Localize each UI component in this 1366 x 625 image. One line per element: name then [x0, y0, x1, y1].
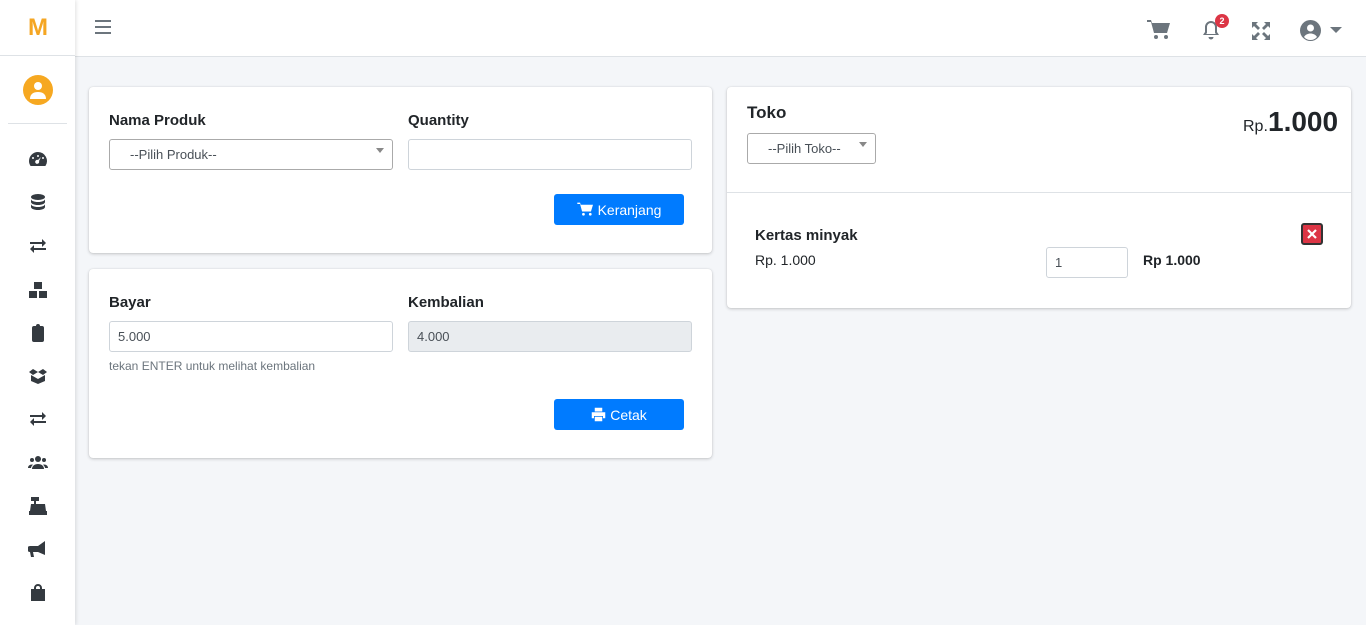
database-icon	[30, 193, 45, 210]
shopping-bag-icon	[30, 583, 45, 601]
users-icon	[27, 455, 48, 469]
total-value: 1.000	[1268, 106, 1339, 137]
chevron-down-icon	[376, 148, 384, 153]
product-select[interactable]: --Pilih Produk--	[109, 139, 393, 170]
bullhorn-icon	[27, 541, 45, 558]
print-label: Cetak	[610, 406, 647, 423]
kembalian-label: Kembalian	[408, 294, 484, 311]
menu-toggle-icon[interactable]	[95, 20, 111, 36]
sidebar-item-database[interactable]	[0, 181, 75, 224]
sidebar-item-stock[interactable]	[0, 268, 75, 311]
total-prefix: Rp.	[1243, 118, 1268, 135]
sidebar-item-transfer[interactable]	[0, 225, 75, 268]
clipboard-icon	[31, 323, 44, 342]
cart-plus-icon	[576, 202, 593, 216]
exchange-icon	[29, 412, 46, 427]
sidebar-nav	[0, 124, 75, 614]
close-icon	[1307, 229, 1317, 239]
cart-item-subtotal: Rp 1.000	[1143, 252, 1201, 268]
bayar-label: Bayar	[109, 294, 151, 311]
notification-badge: 2	[1215, 14, 1229, 28]
quantity-label: Quantity	[408, 112, 469, 129]
toko-select-value: --Pilih Toko--	[768, 141, 841, 156]
sidebar-item-shop[interactable]	[0, 571, 75, 614]
user-account-icon[interactable]	[1300, 20, 1321, 44]
notifications-bell-icon[interactable]: 2	[1201, 14, 1229, 44]
product-label: Nama Produk	[109, 112, 206, 129]
sidebar-item-transactions[interactable]	[0, 398, 75, 441]
sidebar-item-packages[interactable]	[0, 354, 75, 397]
cart-icon[interactable]	[1147, 19, 1171, 44]
cart-divider	[727, 192, 1351, 193]
bayar-hint: tekan ENTER untuk melihat kembalian	[109, 359, 316, 373]
cart-card: Toko --Pilih Toko-- Rp. 1.000 Kertas min…	[727, 87, 1351, 308]
add-to-cart-button[interactable]: Keranjang	[554, 194, 684, 225]
sidebar-item-users[interactable]	[0, 441, 75, 484]
cart-item-qty-value: 1	[1055, 255, 1063, 270]
cart-item-name: Kertas minyak	[755, 227, 858, 244]
kembalian-value: 4.000	[417, 329, 450, 344]
cart-item-price: Rp. 1.000	[755, 252, 816, 268]
print-icon	[591, 407, 606, 422]
exchange-icon	[29, 239, 46, 254]
fullscreen-icon[interactable]	[1251, 21, 1271, 44]
user-menu-caret-icon[interactable]	[1330, 27, 1342, 33]
cart-item-qty-input[interactable]: 1	[1046, 247, 1128, 278]
chevron-down-icon	[859, 142, 867, 147]
user-panel	[8, 56, 67, 124]
brand-logo: M	[28, 13, 48, 41]
add-product-card: Nama Produk --Pilih Produk-- Quantity Ke…	[89, 87, 712, 253]
boxes-icon	[28, 281, 47, 298]
sidebar-item-orders[interactable]	[0, 311, 75, 354]
add-to-cart-label: Keranjang	[597, 201, 662, 218]
bayar-input-value: 5.000	[118, 329, 151, 344]
payment-card: Bayar 5.000 tekan ENTER untuk melihat ke…	[89, 269, 712, 458]
topbar: 2	[75, 0, 1366, 57]
kembalian-field: 4.000	[408, 321, 692, 352]
product-select-value: --Pilih Produk--	[130, 147, 217, 162]
user-avatar-icon[interactable]	[22, 74, 53, 105]
sidebar-item-cashier[interactable]	[0, 484, 75, 527]
remove-item-button[interactable]	[1301, 223, 1323, 245]
toko-select[interactable]: --Pilih Toko--	[747, 133, 876, 164]
sidebar-item-promo[interactable]	[0, 528, 75, 571]
tachometer-icon	[28, 151, 47, 166]
brand[interactable]: M	[0, 0, 75, 56]
quantity-input[interactable]	[408, 139, 692, 170]
toko-label: Toko	[747, 103, 787, 122]
box-open-icon	[28, 369, 47, 385]
sidebar-item-dashboard[interactable]	[0, 138, 75, 181]
bayar-input[interactable]: 5.000	[109, 321, 393, 352]
print-button[interactable]: Cetak	[554, 399, 684, 430]
cash-register-icon	[28, 497, 47, 516]
sidebar: M	[0, 0, 75, 625]
